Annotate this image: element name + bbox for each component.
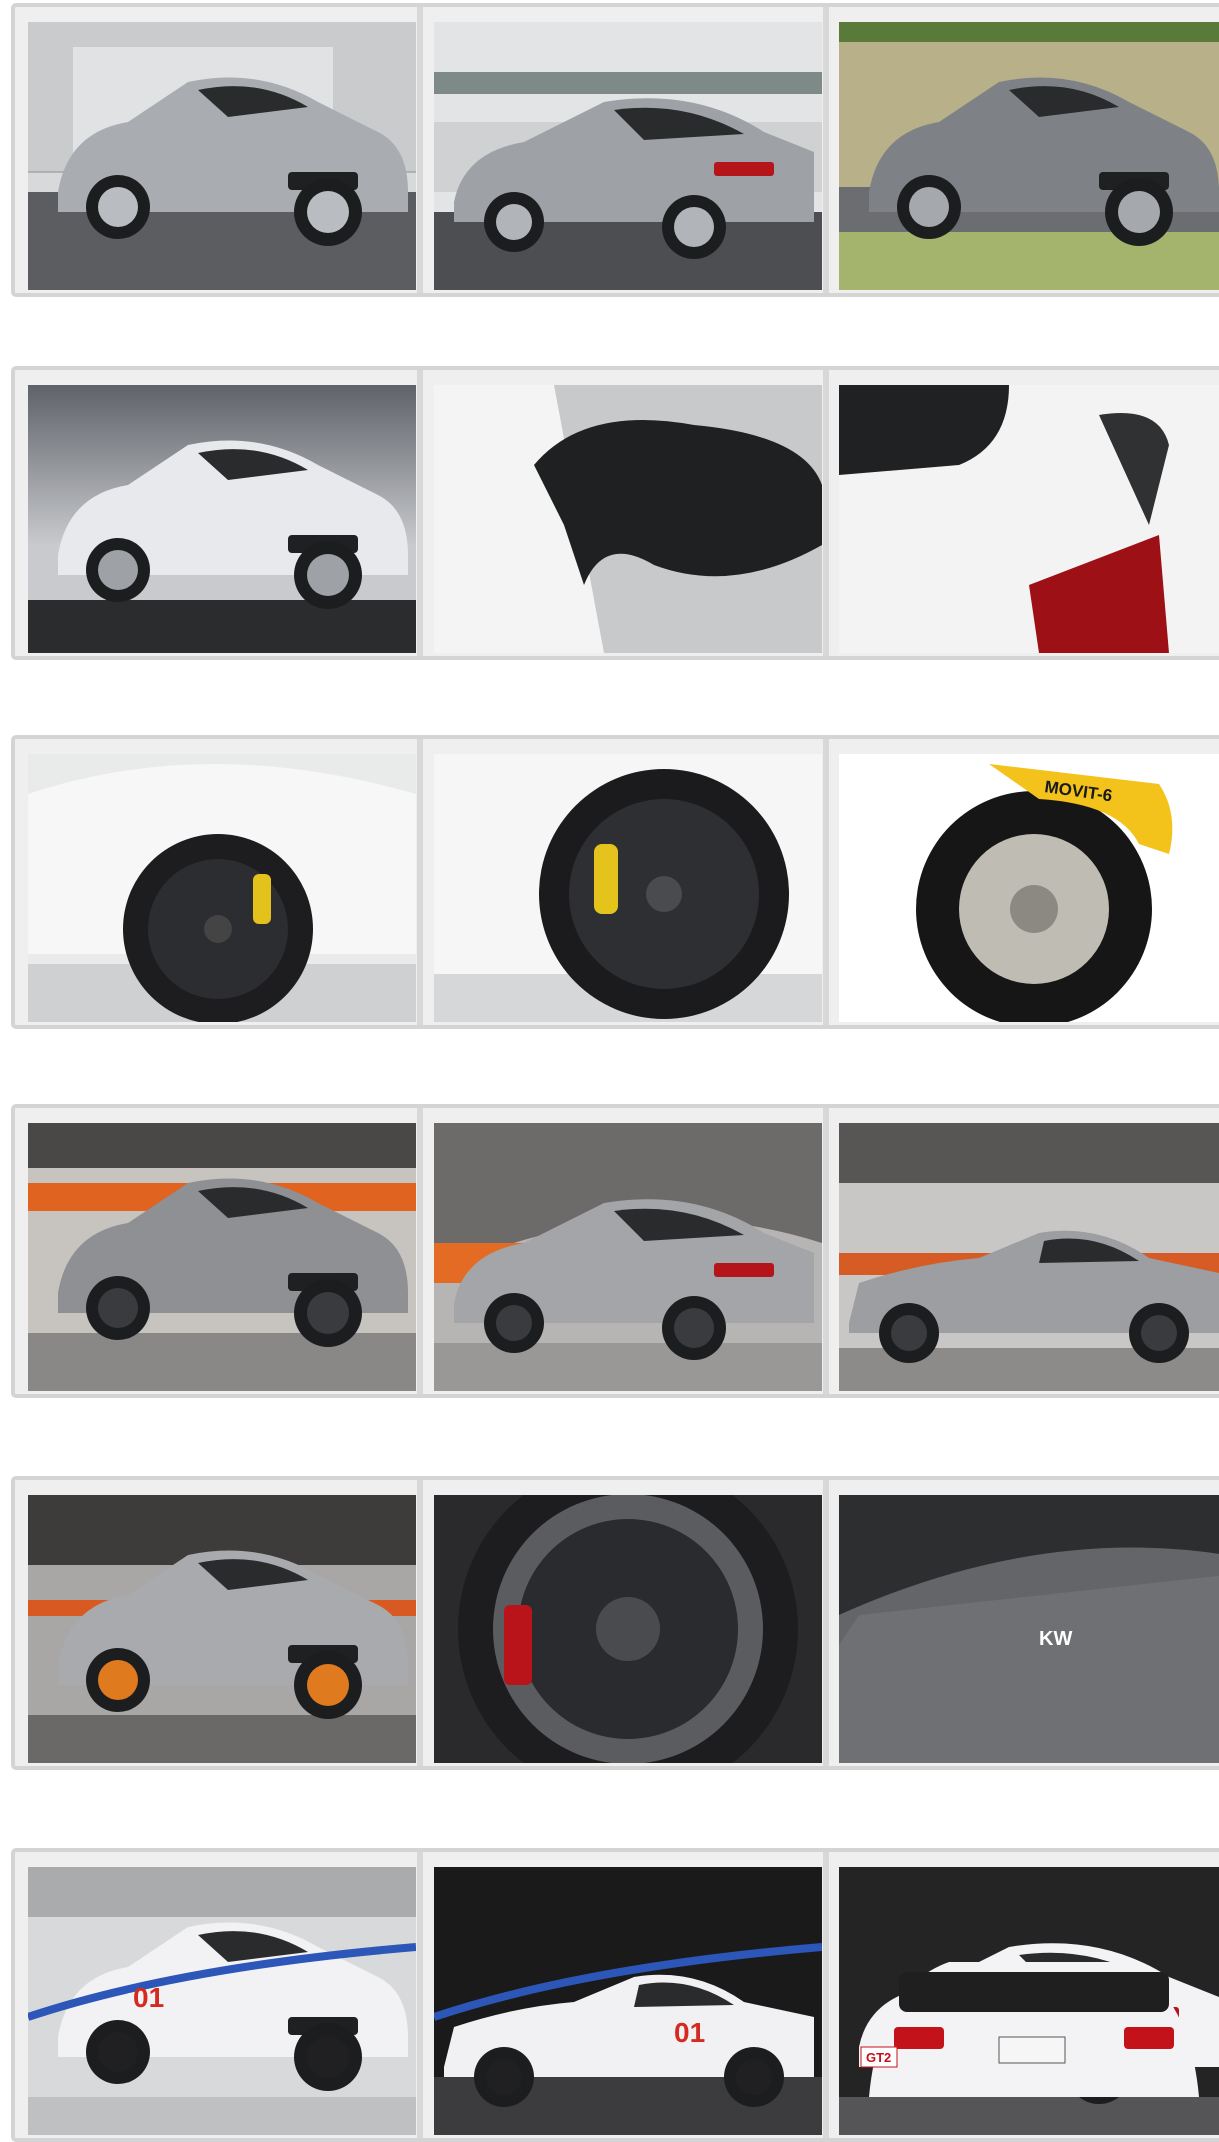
thumbnail-matte-m3-front-parking-garage[interactable] bbox=[28, 1123, 416, 1391]
thumbnail-ghaus-m3-race-car-front[interactable]: 0101 bbox=[28, 1867, 416, 2135]
thumbnail-grey-spoke-wheel-closeup[interactable] bbox=[434, 1495, 822, 1763]
thumbnail-divider bbox=[417, 739, 423, 1025]
thumbnail-divider bbox=[417, 1852, 423, 2138]
thumbnail-divider bbox=[417, 7, 423, 293]
thumbnail-divider bbox=[823, 739, 829, 1025]
gallery-row bbox=[11, 3, 1219, 297]
svg-text:01: 01 bbox=[133, 1982, 164, 2013]
gallery-row: 0101 0101 GT2GT2 bbox=[11, 1848, 1219, 2142]
thumbnail-white-m3-black-wheel-yellow-caliper[interactable] bbox=[28, 754, 416, 1022]
thumbnail-divider bbox=[823, 1480, 829, 1766]
thumbnail-divider bbox=[417, 1480, 423, 1766]
gallery-row: KW bbox=[11, 1476, 1219, 1770]
thumbnail-movit-6-brake-disc[interactable]: MOVIT-6MOVIT-6 bbox=[839, 754, 1219, 1022]
thumbnail-carbon-spoiler-closeup[interactable] bbox=[839, 385, 1219, 653]
gallery-row bbox=[11, 366, 1219, 660]
thumbnail-carbon-mirror-closeup[interactable] bbox=[434, 385, 822, 653]
thumbnail-matte-m3-orange-brakes-motion[interactable] bbox=[28, 1495, 416, 1763]
thumbnail-matte-hood-kw-decal[interactable]: KW bbox=[839, 1495, 1219, 1763]
thumbnail-divider bbox=[417, 370, 423, 656]
thumbnail-divider bbox=[823, 1108, 829, 1394]
svg-text:GT2: GT2 bbox=[866, 2050, 891, 2065]
thumbnail-gt2-m3-race-car-rear[interactable]: GT2GT2 bbox=[839, 1867, 1219, 2135]
thumbnail-grey-bmw-m3-road-grass[interactable] bbox=[839, 22, 1219, 290]
thumbnail-silver-bmw-m3-rear-building[interactable] bbox=[434, 22, 822, 290]
thumbnail-silver-bmw-m3-front-garage[interactable] bbox=[28, 22, 416, 290]
thumbnail-divider bbox=[417, 1108, 423, 1394]
image-gallery: MOVIT-6MOVIT-6 bbox=[0, 0, 1219, 2142]
gallery-row: MOVIT-6MOVIT-6 bbox=[11, 735, 1219, 1029]
thumbnail-matte-m3-side-parking-garage[interactable] bbox=[839, 1123, 1219, 1391]
svg-text:01: 01 bbox=[674, 2017, 705, 2048]
gallery-row bbox=[11, 1104, 1219, 1398]
thumbnail-divider bbox=[823, 7, 829, 293]
thumbnail-matte-m3-rear-parking-garage[interactable] bbox=[434, 1123, 822, 1391]
thumbnail-black-wheel-yellow-caliper-closeup[interactable] bbox=[434, 754, 822, 1022]
thumbnail-divider bbox=[823, 370, 829, 656]
thumbnail-white-bmw-m3-studio[interactable] bbox=[28, 385, 416, 653]
thumbnail-ghaus-m3-race-car-side-dark[interactable]: 0101 bbox=[434, 1867, 822, 2135]
svg-text:KW: KW bbox=[1039, 1628, 1072, 1650]
thumbnail-divider bbox=[823, 1852, 829, 2138]
